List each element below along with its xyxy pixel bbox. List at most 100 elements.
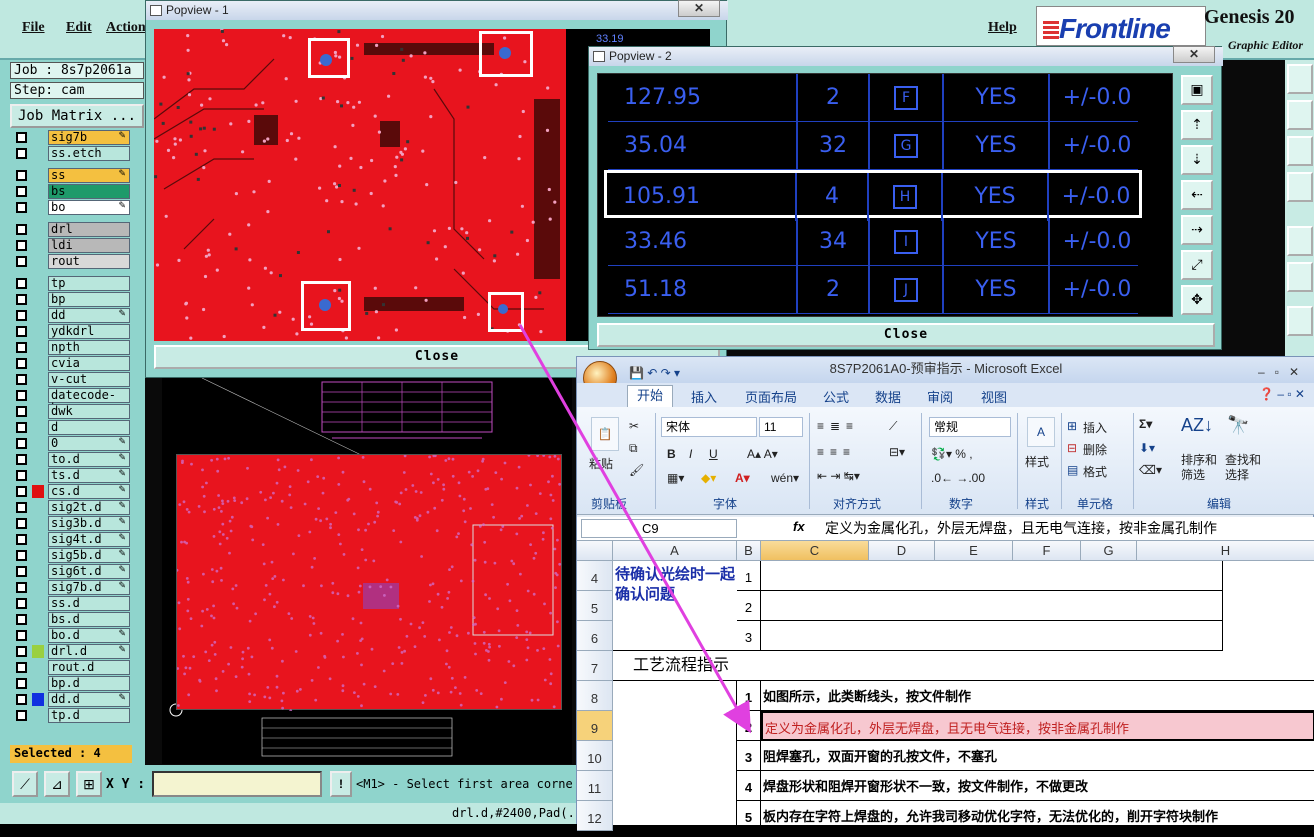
layer-checkbox[interactable] xyxy=(16,534,27,545)
layer-row-npth[interactable]: npth xyxy=(14,340,132,355)
insert-cells-button[interactable]: 插入 xyxy=(1083,419,1107,436)
find-select-icon[interactable]: 🔭 xyxy=(1227,415,1249,436)
layer-row-dwk[interactable]: dwk xyxy=(14,404,132,419)
vertical-align-icons[interactable]: ≡≣≡ xyxy=(817,419,859,433)
grow-font-icon[interactable]: A▴ A▾ xyxy=(747,447,778,461)
cell-c6[interactable] xyxy=(761,621,1223,651)
help-icon[interactable]: ❓ – ▫ ✕ xyxy=(1259,387,1305,401)
indent-icons[interactable]: ⇤ ⇥ ↹▾ xyxy=(817,469,860,483)
zoom-area-icon[interactable]: ⟋ xyxy=(12,771,38,797)
drill-row[interactable]: 35.04 32 G YES +/-0.0 xyxy=(608,122,1138,170)
layer-checkbox[interactable] xyxy=(16,358,27,369)
view-tool-icon[interactable]: ▣ xyxy=(1181,75,1213,105)
column-header-A[interactable]: A xyxy=(613,541,737,561)
layer-checkbox[interactable] xyxy=(16,438,27,449)
cell-b5[interactable]: 2 xyxy=(737,591,761,621)
format-painter-icon[interactable]: 🖌 xyxy=(629,463,644,477)
measure-icon[interactable]: ⊿ xyxy=(44,771,70,797)
select-all-corner[interactable] xyxy=(577,541,613,561)
layer-checkbox[interactable] xyxy=(16,132,27,143)
cell-c11[interactable]: 焊盘形状和阻焊开窗形状不一致，按文件制作，不做更改 xyxy=(761,771,1314,801)
column-header-F[interactable]: F xyxy=(1013,541,1081,561)
close-icon[interactable]: ✕ xyxy=(1173,46,1215,63)
xy-input[interactable] xyxy=(152,771,322,797)
layer-row-ldi[interactable]: ldi xyxy=(14,238,132,253)
layer-checkbox[interactable] xyxy=(16,186,27,197)
layer-row-ts-d[interactable]: ts.d ✎ xyxy=(14,468,132,483)
job-matrix-button[interactable]: Job Matrix ... xyxy=(10,104,144,128)
fx-icon[interactable]: fx xyxy=(793,519,805,534)
tab-review[interactable]: 审阅 xyxy=(927,387,953,406)
tab-home[interactable]: 开始 xyxy=(627,385,673,407)
format-cells-icon[interactable]: ▤ xyxy=(1067,463,1078,477)
italic-icon[interactable]: I xyxy=(689,447,692,461)
column-header-D[interactable]: D xyxy=(869,541,935,561)
merged-cell-a8[interactable] xyxy=(613,681,737,825)
layer-checkbox[interactable] xyxy=(16,342,27,353)
tab-view[interactable]: 视图 xyxy=(981,387,1007,406)
layer-checkbox[interactable] xyxy=(16,566,27,577)
menu-file[interactable]: File xyxy=(22,20,45,36)
cell-c10[interactable]: 阻焊塞孔，双面开窗的孔按文件，不塞孔 xyxy=(761,741,1314,771)
layer-row-bp[interactable]: bp xyxy=(14,292,132,307)
column-header-B[interactable]: B xyxy=(737,541,761,561)
autosum-icon[interactable]: Σ▾ xyxy=(1139,417,1152,431)
drill-row[interactable]: 105.91 4 H YES +/-0.0 xyxy=(604,170,1142,221)
layer-row-bs-d[interactable]: bs.d xyxy=(14,612,132,627)
layer-checkbox[interactable] xyxy=(16,630,27,641)
pcb-zoom-view[interactable] xyxy=(154,29,566,341)
layer-row-dd-d[interactable]: dd.d ✎ xyxy=(14,692,132,707)
insert-cells-icon[interactable]: ⊞ xyxy=(1067,419,1077,433)
layer-checkbox[interactable] xyxy=(16,470,27,481)
drill-row[interactable]: 33.46 34 I YES +/-0.0 xyxy=(608,218,1138,266)
tool-btn-5[interactable] xyxy=(1287,226,1313,256)
row-header-6[interactable]: 6 xyxy=(577,621,613,651)
layer-checkbox[interactable] xyxy=(16,614,27,625)
tool-btn-1[interactable] xyxy=(1287,64,1313,94)
row-header-7[interactable]: 7 xyxy=(577,651,613,681)
layer-row-sig3b-d[interactable]: sig3b.d ✎ xyxy=(14,516,132,531)
decimal-icons[interactable]: .0← →.00 xyxy=(931,471,985,485)
layer-checkbox[interactable] xyxy=(16,406,27,417)
formula-input[interactable]: 定义为金属化孔，外层无焊盘，且无电气连接，按非金属孔制作 xyxy=(825,519,1217,537)
horizontal-align-icons[interactable]: ≡≡≡ xyxy=(817,445,856,459)
cell-c8[interactable]: 如图所示，此类断线头，按文件制作 xyxy=(761,681,1314,711)
layer-checkbox[interactable] xyxy=(16,422,27,433)
layer-checkbox[interactable] xyxy=(16,224,27,235)
layer-checkbox[interactable] xyxy=(16,518,27,529)
view-tool-icon[interactable]: ✥ xyxy=(1181,285,1213,315)
layer-row-d[interactable]: d xyxy=(14,420,132,435)
bold-icon[interactable]: B xyxy=(667,447,676,461)
styles-button[interactable]: 样式 xyxy=(1025,453,1049,470)
copy-icon[interactable]: ⧉ xyxy=(629,441,638,456)
layer-checkbox[interactable] xyxy=(16,662,27,673)
layer-checkbox[interactable] xyxy=(16,678,27,689)
layer-row-0[interactable]: 0 ✎ xyxy=(14,436,132,451)
window-controls[interactable]: –▫✕ xyxy=(1258,360,1309,384)
popview-2-close-button[interactable]: Close xyxy=(597,323,1215,347)
menu-help[interactable]: Help xyxy=(988,20,1017,36)
layer-row-v-cut[interactable]: v-cut xyxy=(14,372,132,387)
layer-row-sig7b[interactable]: sig7b ✎ xyxy=(14,130,132,145)
layer-row-bs[interactable]: bs xyxy=(14,184,132,199)
layer-checkbox[interactable] xyxy=(16,326,27,337)
layer-row-bp-d[interactable]: bp.d xyxy=(14,676,132,691)
layer-checkbox[interactable] xyxy=(16,374,27,385)
layer-row-tp[interactable]: tp xyxy=(14,276,132,291)
number-format-select[interactable]: 常规 xyxy=(929,417,1011,437)
layer-checkbox[interactable] xyxy=(16,202,27,213)
cell-b6[interactable]: 3 xyxy=(737,621,761,651)
layer-row-bo[interactable]: bo ✎ xyxy=(14,200,132,215)
cell-b10[interactable]: 3 xyxy=(737,741,761,771)
layer-checkbox[interactable] xyxy=(16,256,27,267)
fill-icon[interactable]: ⬇▾ xyxy=(1139,441,1155,455)
drill-row[interactable]: 127.95 2 F YES +/-0.0 xyxy=(608,74,1138,122)
view-tool-icon[interactable]: ⇠ xyxy=(1181,180,1213,210)
layer-row-rout[interactable]: rout xyxy=(14,254,132,269)
layer-row-rout-d[interactable]: rout.d xyxy=(14,660,132,675)
alert-button[interactable]: ! xyxy=(330,771,352,797)
cell-b4[interactable]: 1 xyxy=(737,561,761,591)
layer-row-ydkdrl[interactable]: ydkdrl xyxy=(14,324,132,339)
layer-checkbox[interactable] xyxy=(16,550,27,561)
row-header-9[interactable]: 9 xyxy=(577,711,613,741)
